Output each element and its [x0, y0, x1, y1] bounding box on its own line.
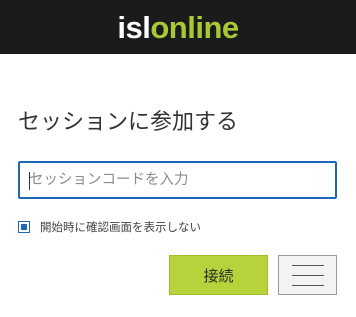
session-code-input[interactable] — [20, 163, 335, 197]
hamburger-menu-icon-bottom — [292, 285, 324, 286]
connect-button[interactable]: 接続 — [169, 255, 268, 295]
confirm-checkbox-label[interactable]: 開始時に確認画面を表示しない — [40, 219, 201, 235]
checkbox-checked-icon — [21, 224, 27, 230]
page-title: セッションに参加する — [18, 110, 239, 135]
text-caret — [29, 172, 30, 190]
hamburger-menu-icon-middle — [292, 275, 324, 276]
menu-button[interactable] — [278, 255, 337, 295]
session-code-field[interactable] — [18, 161, 337, 199]
islonline-logo: isl online — [0, 0, 356, 54]
logo-online-text: online — [150, 9, 239, 45]
hamburger-menu-icon — [292, 265, 324, 266]
logo-isl-text: isl — [117, 9, 151, 45]
connect-button-label: 接続 — [203, 266, 234, 285]
confirm-checkbox[interactable] — [18, 221, 30, 233]
header-bar: isl online — [0, 0, 356, 54]
